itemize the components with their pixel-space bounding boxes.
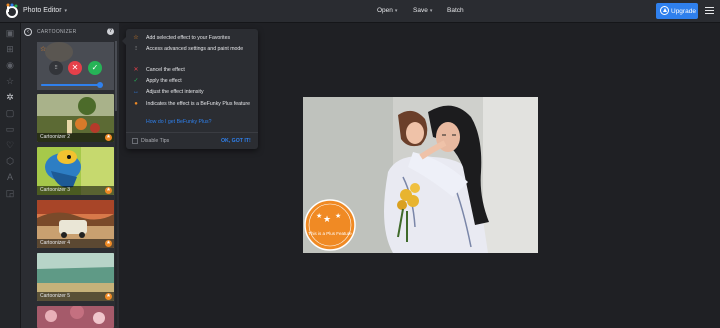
app-title: Photo Editor (23, 7, 62, 14)
hamburger-menu-icon[interactable] (705, 7, 714, 15)
effects-icon[interactable]: ✲ (5, 92, 15, 102)
panel-title: CARTOONIZER (37, 29, 77, 35)
settings-sliders-button[interactable]: ⫶⫶ (49, 61, 63, 75)
got-it-button[interactable]: OK, GOT IT! (221, 138, 251, 144)
effects-panel: ‹ CARTOONIZER ? ☆ ⫶⫶ ✕ ✓ Cartoonizer 2 ★ (21, 23, 119, 328)
open-menu[interactable]: Open ▾ (377, 7, 397, 14)
save-label: Save (413, 7, 428, 14)
crop-icon[interactable]: ▣ (5, 28, 15, 38)
panel-header: ‹ CARTOONIZER ? (21, 23, 119, 40)
top-bar: Photo Editor ▾ Open ▾ Save ▾ Batch Upgrade (0, 0, 720, 23)
textures-icon[interactable]: ⬡ (5, 156, 15, 166)
favorite-star-icon[interactable]: ☆ (40, 45, 46, 53)
tip-text: Adjust the effect intensity (146, 89, 204, 95)
tip-text: Add selected effect to your Favorites (146, 35, 231, 41)
batch-menu[interactable]: Batch (447, 7, 464, 14)
chevron-down-icon: ▾ (394, 8, 398, 14)
plus-feature-badge-text: This is a Plus Feature (308, 231, 352, 236)
effect-thumbnail[interactable]: Cartoonizer 4 ★ (37, 200, 114, 248)
effect-thumbnail[interactable]: Cartoonizer 3 ★ (37, 147, 114, 195)
frames-icon[interactable]: ▭ (5, 124, 15, 134)
tool-rail: ▣ ⊞ ◉ ☆ ✲ ▢ ▭ ♡ ⬡ A ◲ (0, 23, 21, 328)
badge-star-icon: ★ (323, 214, 331, 224)
effect-thumbnail-label: Cartoonizer 5 (37, 292, 114, 301)
befunky-plus-link[interactable]: How do I get BeFunky Plus? (146, 119, 256, 126)
save-menu[interactable]: Save ▾ (413, 7, 432, 14)
tip-text: Apply the effect (146, 78, 182, 84)
check-icon: ✓ (133, 78, 139, 84)
intensity-slider-knob[interactable] (96, 82, 103, 88)
befunky-logo-icon[interactable] (5, 3, 19, 19)
effect-thumbnail-label: Cartoonizer 3 (37, 186, 114, 195)
plus-badge-icon: ● (134, 101, 138, 107)
photo-canvas[interactable]: ★ ★ ★ This is a Plus Feature (303, 97, 538, 253)
tip-text: Indicates the effect is a BeFunky Plus f… (146, 101, 251, 107)
tips-caret (122, 37, 126, 45)
plus-badge-icon: ★ (105, 240, 112, 247)
effect-thumbnail-label: Cartoonizer 2 (37, 133, 114, 142)
effect-thumbnail[interactable]: Cartoonizer 5 ★ (37, 253, 114, 301)
effect-thumbnail-label: Cartoonizer 4 (37, 239, 114, 248)
scrollbar-thumb[interactable] (115, 41, 117, 111)
batch-label: Batch (447, 7, 464, 14)
open-label: Open (377, 7, 393, 14)
panel-scrollbar[interactable] (115, 41, 117, 326)
heart-icon[interactable]: ♡ (5, 140, 15, 150)
app-title-dropdown[interactable]: Photo Editor ▾ (23, 7, 67, 14)
effect-thumbnail-image (37, 306, 114, 328)
settings-icon: ⫶ (135, 46, 137, 52)
arrows-icon: ↔ (133, 89, 139, 95)
tips-footer: Disable Tips OK, GOT IT! (126, 132, 258, 149)
effect-thumbnail[interactable]: Cartoonizer 2 ★ (37, 94, 114, 142)
intensity-slider[interactable] (41, 82, 103, 88)
effect-thumbnail[interactable] (37, 306, 114, 328)
close-icon: ✕ (133, 67, 139, 73)
plus-badge-icon: ★ (105, 134, 112, 141)
graphics-icon[interactable]: ◲ (5, 188, 15, 198)
disable-tips-checkbox[interactable] (132, 138, 138, 144)
star-icon: ☆ (133, 35, 139, 41)
chevron-down-icon: ▾ (64, 8, 68, 14)
touch-up-icon[interactable]: ◉ (5, 60, 15, 70)
plus-badge-icon: ★ (105, 187, 112, 194)
apply-effect-button[interactable]: ✓ (88, 61, 102, 75)
tip-text: Access advanced settings and paint mode (146, 46, 244, 52)
cancel-effect-button[interactable]: ✕ (68, 61, 82, 75)
tip-text: Cancel the effect (146, 67, 185, 73)
chevron-down-icon: ▾ (429, 8, 433, 14)
back-arrow-icon[interactable]: ‹ (24, 28, 32, 36)
edit-icon[interactable]: ⊞ (5, 44, 15, 54)
text-icon[interactable]: A (5, 172, 15, 182)
cartoonized-photo: ★ ★ ★ (303, 97, 538, 253)
plus-badge-icon: ★ (105, 293, 112, 300)
upgrade-icon (660, 6, 669, 15)
intensity-slider-fill (41, 84, 100, 86)
disable-tips-label: Disable Tips (141, 138, 170, 144)
tips-popup: ☆ Add selected effect to your Favorites … (122, 29, 258, 149)
help-icon[interactable]: ? (107, 28, 114, 35)
svg-text:★: ★ (316, 212, 322, 220)
favorites-star-icon[interactable]: ☆ (5, 76, 15, 86)
svg-text:★: ★ (335, 212, 341, 220)
upgrade-label: Upgrade (671, 8, 696, 15)
artsy-icon[interactable]: ▢ (5, 108, 15, 118)
active-effect-card: ☆ ⫶⫶ ✕ ✓ (37, 42, 114, 90)
upgrade-button[interactable]: Upgrade (656, 3, 698, 19)
